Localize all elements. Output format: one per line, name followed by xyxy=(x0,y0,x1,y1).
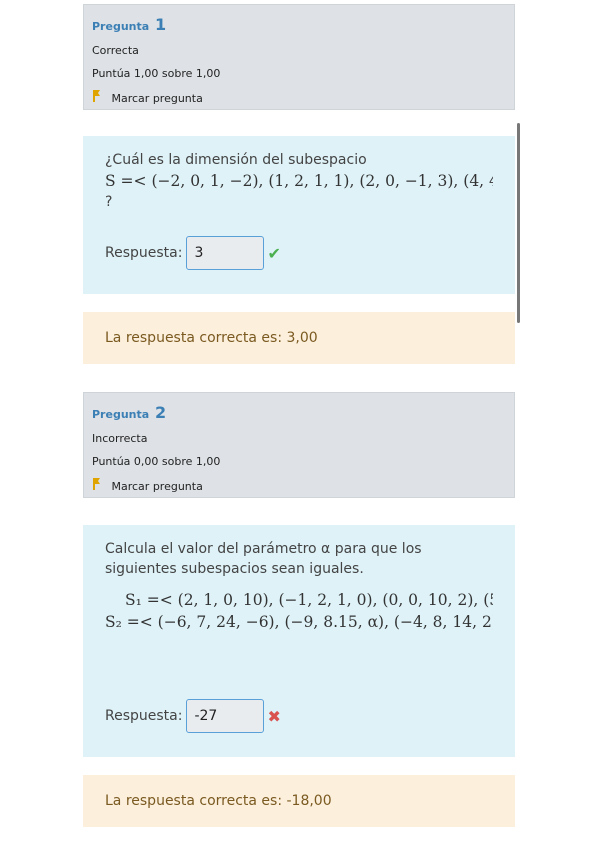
answer-label: Respuesta: xyxy=(105,245,183,261)
question-grade: Puntúa 1,00 sobre 1,00 xyxy=(92,67,221,80)
question-number-value: 1 xyxy=(155,15,167,34)
question-2-content: Calcula el valor del parámetro α para qu… xyxy=(83,525,515,757)
question-2-info: Pregunta 2 Incorrecta Puntúa 0,00 sobre … xyxy=(83,392,515,498)
math-s1: S₁ =< (2, 1, 0, 10), (−1, 2, 1, 0), (0, … xyxy=(125,591,493,609)
question-1-info: Pregunta 1 Correcta Puntúa 1,00 sobre 1,… xyxy=(83,4,515,110)
question-state: Correcta xyxy=(92,44,139,57)
math-expression: S =< (−2, 0, 1, −2), (1, 2, 1, 1), (2, 0… xyxy=(105,172,493,190)
cross-icon: ✖ xyxy=(267,706,281,726)
flag-icon xyxy=(92,478,102,493)
question-1-content: ¿Cuál es la dimensión del subespacio S =… xyxy=(83,136,515,294)
question-state: Incorrecta xyxy=(92,432,148,445)
question-number: Pregunta 2 xyxy=(92,403,506,422)
question-text: Calcula el valor del parámetro α para qu… xyxy=(105,541,422,557)
question-label: Pregunta xyxy=(92,20,150,33)
answer-row: Respuesta: -27 ✖ xyxy=(105,699,281,733)
correct-answer-feedback: La respuesta correcta es: 3,00 xyxy=(83,312,515,364)
answer-row: Respuesta: 3 ✔ xyxy=(105,236,281,270)
scrollbar[interactable] xyxy=(517,123,520,323)
question-label: Pregunta xyxy=(92,408,150,421)
question-text: ¿Cuál es la dimensión del subespacio xyxy=(105,152,367,168)
flag-question-link[interactable]: Marcar pregunta xyxy=(92,478,506,493)
flag-icon xyxy=(92,90,102,105)
check-icon: ✔ xyxy=(267,243,281,263)
question-grade: Puntúa 0,00 sobre 1,00 xyxy=(92,455,221,468)
answer-input[interactable]: -27 xyxy=(186,699,265,733)
flag-label: Marcar pregunta xyxy=(111,92,203,105)
question-text-tail: ? xyxy=(105,194,113,210)
flag-question-link[interactable]: Marcar pregunta xyxy=(92,90,506,105)
answer-input[interactable]: 3 xyxy=(186,236,265,270)
flag-label: Marcar pregunta xyxy=(111,480,203,493)
answer-label: Respuesta: xyxy=(105,708,183,724)
question-number-value: 2 xyxy=(155,403,167,422)
question-number: Pregunta 1 xyxy=(92,15,506,34)
question-text-line2: siguientes subespacios sean iguales. xyxy=(105,561,364,577)
math-s2: S₂ =< (−6, 7, 24, −6), (−9, 8.15, α), (−… xyxy=(105,613,493,631)
correct-answer-feedback: La respuesta correcta es: -18,00 xyxy=(83,775,515,827)
